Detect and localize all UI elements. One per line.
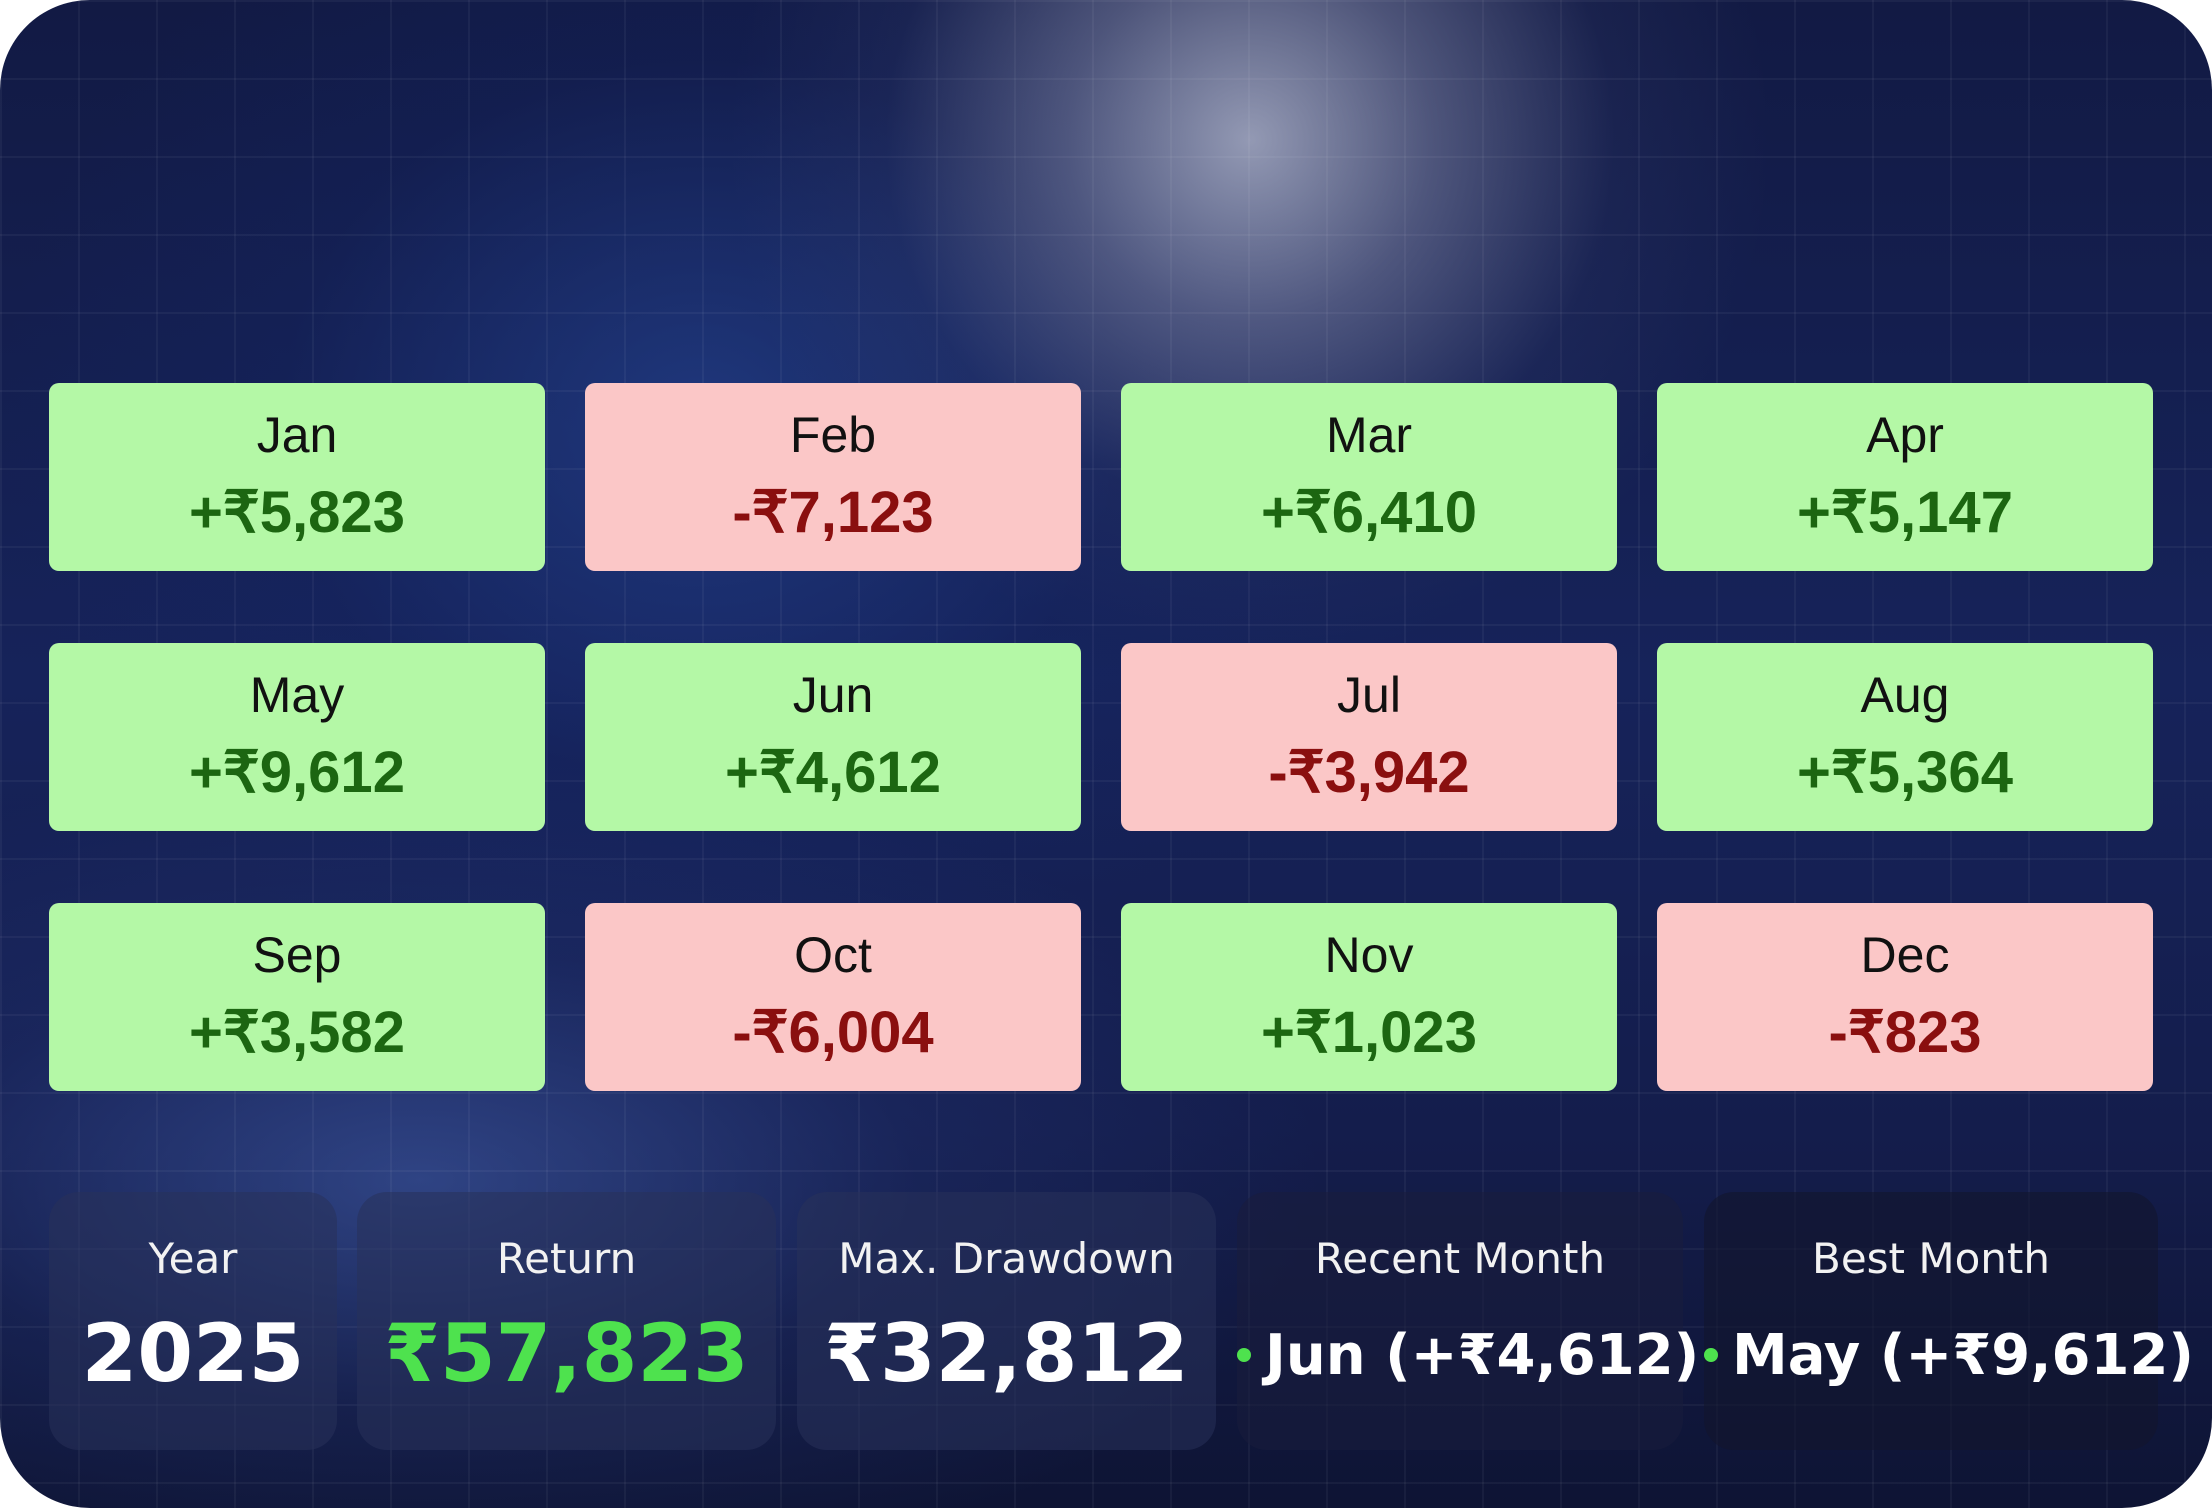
month-value: +₹5,147 (1797, 480, 2013, 545)
month-tile-oct: Oct -₹6,004 (585, 903, 1081, 1091)
month-value: +₹1,023 (1261, 1000, 1477, 1065)
month-name: May (249, 667, 345, 723)
stat-max-drawdown: Max. Drawdown ₹32,812 (797, 1192, 1216, 1450)
stat-value: May (+₹9,612) (1732, 1323, 2194, 1388)
month-tile-apr: Apr +₹5,147 (1657, 383, 2153, 571)
green-dot-icon (1704, 1347, 1718, 1362)
month-tile-dec: Dec -₹823 (1657, 903, 2153, 1091)
stat-recent-month: Recent Month Jun (+₹4,612) (1237, 1192, 1699, 1450)
month-name: Dec (1860, 927, 1950, 983)
month-name: Sep (252, 927, 342, 983)
month-tile-feb: Feb -₹7,123 (585, 383, 1081, 571)
month-value: +₹3,582 (189, 1000, 405, 1065)
stat-label: Max. Drawdown (838, 1234, 1175, 1283)
month-name: Nov (1324, 927, 1414, 983)
month-tile-jun: Jun +₹4,612 (585, 643, 1081, 831)
month-value: -₹6,004 (732, 1000, 934, 1065)
monthly-returns-card: Jan +₹5,823 Feb -₹7,123 Mar +₹6,410 Apr … (0, 0, 2212, 1508)
month-value: +₹9,612 (189, 740, 405, 805)
month-value: +₹4,612 (725, 740, 941, 805)
stat-label: Recent Month (1314, 1234, 1606, 1283)
month-value: -₹3,942 (1268, 740, 1470, 805)
stat-value: 2025 (81, 1307, 305, 1400)
month-name: Aug (1860, 667, 1950, 723)
month-tile-may: May +₹9,612 (49, 643, 545, 831)
stat-value: ₹32,812 (824, 1307, 1189, 1400)
month-value: +₹5,364 (1797, 740, 2013, 805)
stat-value: ₹57,823 (384, 1307, 749, 1400)
green-dot-icon (1237, 1347, 1251, 1362)
month-name: Jun (792, 667, 874, 723)
stat-value: Jun (+₹4,612) (1265, 1323, 1700, 1388)
month-tile-aug: Aug +₹5,364 (1657, 643, 2153, 831)
month-tile-nov: Nov +₹1,023 (1121, 903, 1617, 1091)
stat-label: Return (496, 1234, 637, 1283)
stat-value-row: May (+₹9,612) (1704, 1318, 2194, 1394)
month-value: -₹823 (1828, 1000, 1982, 1065)
month-name: Feb (789, 407, 877, 463)
stat-return: Return ₹57,823 (357, 1192, 776, 1450)
month-value: -₹7,123 (732, 480, 934, 545)
month-name: Oct (794, 927, 872, 983)
month-name: Jul (1337, 667, 1401, 723)
month-tile-jan: Jan +₹5,823 (49, 383, 545, 571)
month-value: +₹6,410 (1261, 480, 1477, 545)
month-name: Jan (256, 407, 338, 463)
stat-label: Year (148, 1234, 238, 1283)
month-name: Mar (1325, 407, 1413, 463)
stat-best-month: Best Month May (+₹9,612) (1704, 1192, 2194, 1450)
month-tile-mar: Mar +₹6,410 (1121, 383, 1617, 571)
stat-label: Best Month (1812, 1234, 2050, 1283)
stat-year: Year 2025 (49, 1192, 337, 1450)
month-tile-sep: Sep +₹3,582 (49, 903, 545, 1091)
month-name: Apr (1866, 407, 1944, 463)
stat-value-row: Jun (+₹4,612) (1237, 1318, 1699, 1394)
month-tile-jul: Jul -₹3,942 (1121, 643, 1617, 831)
month-value: +₹5,823 (189, 480, 405, 545)
